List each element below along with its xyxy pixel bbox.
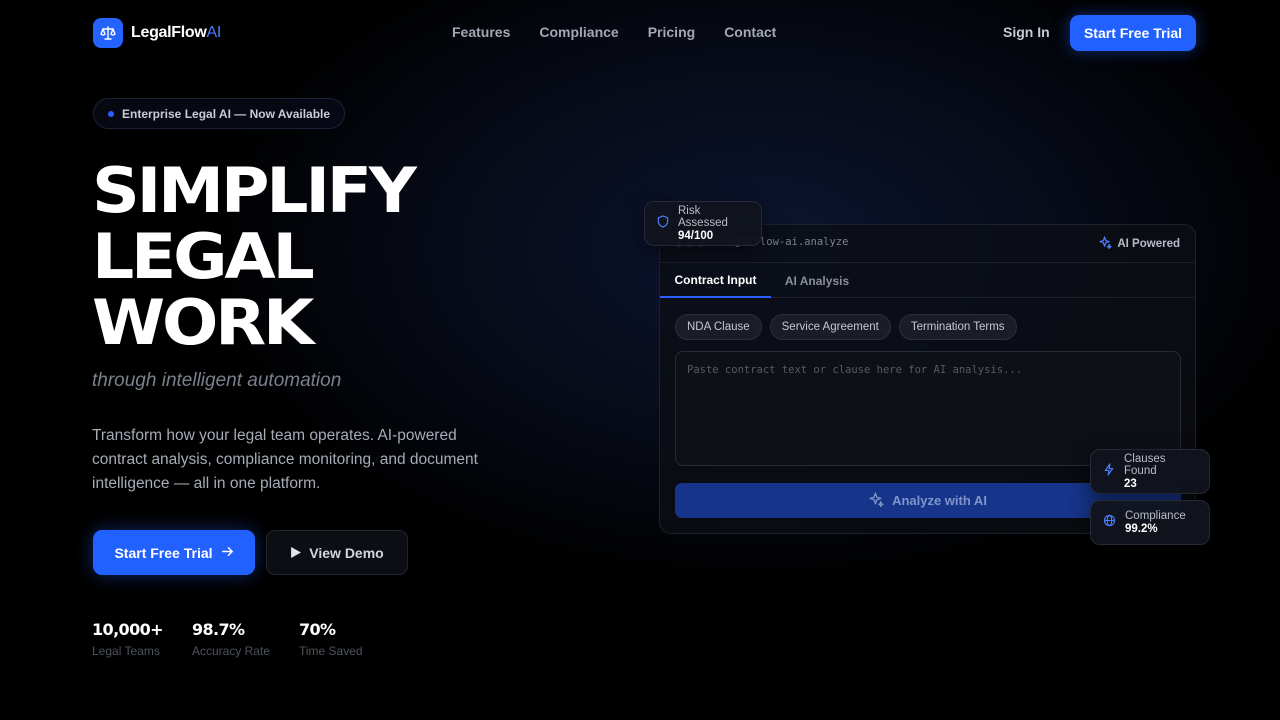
play-icon — [290, 545, 302, 561]
stat-value: 10,000+ — [92, 620, 164, 639]
ai-powered-badge: AI Powered — [1099, 236, 1180, 252]
hero-tagline: through intelligent automation — [92, 370, 342, 391]
tab-ai-analysis[interactable]: AI Analysis — [771, 263, 863, 298]
brand-name: LegalFlowAI — [131, 24, 222, 41]
nav-link-pricing[interactable]: Pricing — [648, 24, 695, 40]
risk-assessed-card: Risk Assessed 94/100 — [644, 201, 762, 246]
compliance-label: Compliance — [1125, 510, 1186, 522]
risk-label: Risk Assessed — [678, 205, 728, 229]
clauses-found-card: Clauses Found 23 — [1090, 449, 1210, 494]
nav-links: Features Compliance Pricing Contact — [452, 24, 776, 40]
start-free-trial-label: Start Free Trial — [114, 544, 213, 561]
badge-text: Enterprise Legal AI — Now Available — [122, 106, 331, 121]
tab-contract-input[interactable]: Contract Input — [660, 263, 771, 298]
risk-value: 94/100 — [678, 230, 714, 242]
chip-nda-clause[interactable]: NDA Clause — [675, 314, 762, 340]
nav-link-compliance[interactable]: Compliance — [539, 24, 618, 40]
view-demo-label: View Demo — [309, 544, 384, 561]
arrow-right-icon — [221, 545, 234, 561]
announcement-badge: Enterprise Legal AI — Now Available — [93, 98, 346, 129]
view-demo-button[interactable]: View Demo — [266, 530, 408, 575]
headline-line-1: SIMPLIFY — [92, 154, 417, 227]
chip-termination-terms[interactable]: Termination Terms — [898, 314, 1017, 340]
stat-item: 10,000+ Legal Teams — [92, 620, 164, 658]
clauses-value: 23 — [1124, 478, 1137, 490]
brand-logo[interactable]: LegalFlowAI — [93, 18, 221, 48]
stat-label: Time Saved — [298, 644, 363, 658]
stat-item: 70% Time Saved — [299, 620, 363, 658]
sparkle-icon — [1099, 236, 1113, 252]
shield-icon — [657, 214, 669, 233]
hero-description: Transform how your legal team operates. … — [92, 427, 478, 492]
ai-powered-label: AI Powered — [1117, 238, 1180, 250]
compliance-card: Compliance 99.2% — [1090, 500, 1210, 545]
stat-label: Legal Teams — [92, 644, 160, 658]
chip-service-agreement[interactable]: Service Agreement — [769, 314, 891, 340]
stat-item: 98.7% Accuracy Rate — [192, 620, 270, 658]
hero-stats: 10,000+ Legal Teams 98.7% Accuracy Rate … — [92, 620, 363, 658]
analyze-label: Analyze with AI — [892, 493, 987, 508]
panel-tabs: Contract Input AI Analysis — [660, 263, 1195, 298]
scales-icon — [93, 18, 123, 48]
lightning-icon — [1103, 462, 1115, 481]
globe-icon — [1103, 514, 1116, 532]
stat-value: 98.7% — [191, 620, 245, 639]
status-dot — [108, 110, 114, 117]
compliance-value: 99.2% — [1125, 523, 1158, 535]
template-chips: NDA Clause Service Agreement Termination… — [675, 314, 1017, 340]
sparkle-icon — [869, 491, 884, 510]
nav-link-contact[interactable]: Contact — [724, 24, 776, 40]
headline-line-3: WORK — [92, 286, 314, 359]
sign-in-link[interactable]: Sign In — [1003, 24, 1050, 40]
headline-line-2: LEGAL — [92, 220, 315, 293]
top-nav: LegalFlowAI Features Compliance Pricing … — [0, 0, 1280, 66]
stat-label: Accuracy Rate — [191, 644, 270, 658]
clauses-label: Clauses Found — [1124, 453, 1166, 477]
start-free-trial-button[interactable]: Start Free Trial — [93, 530, 255, 575]
nav-link-features[interactable]: Features — [452, 24, 510, 40]
hero-headline: SIMPLIFY LEGAL WORK — [92, 154, 417, 359]
nav-start-trial-button[interactable]: Start Free Trial — [1070, 15, 1196, 51]
stat-value: 70% — [298, 620, 336, 639]
